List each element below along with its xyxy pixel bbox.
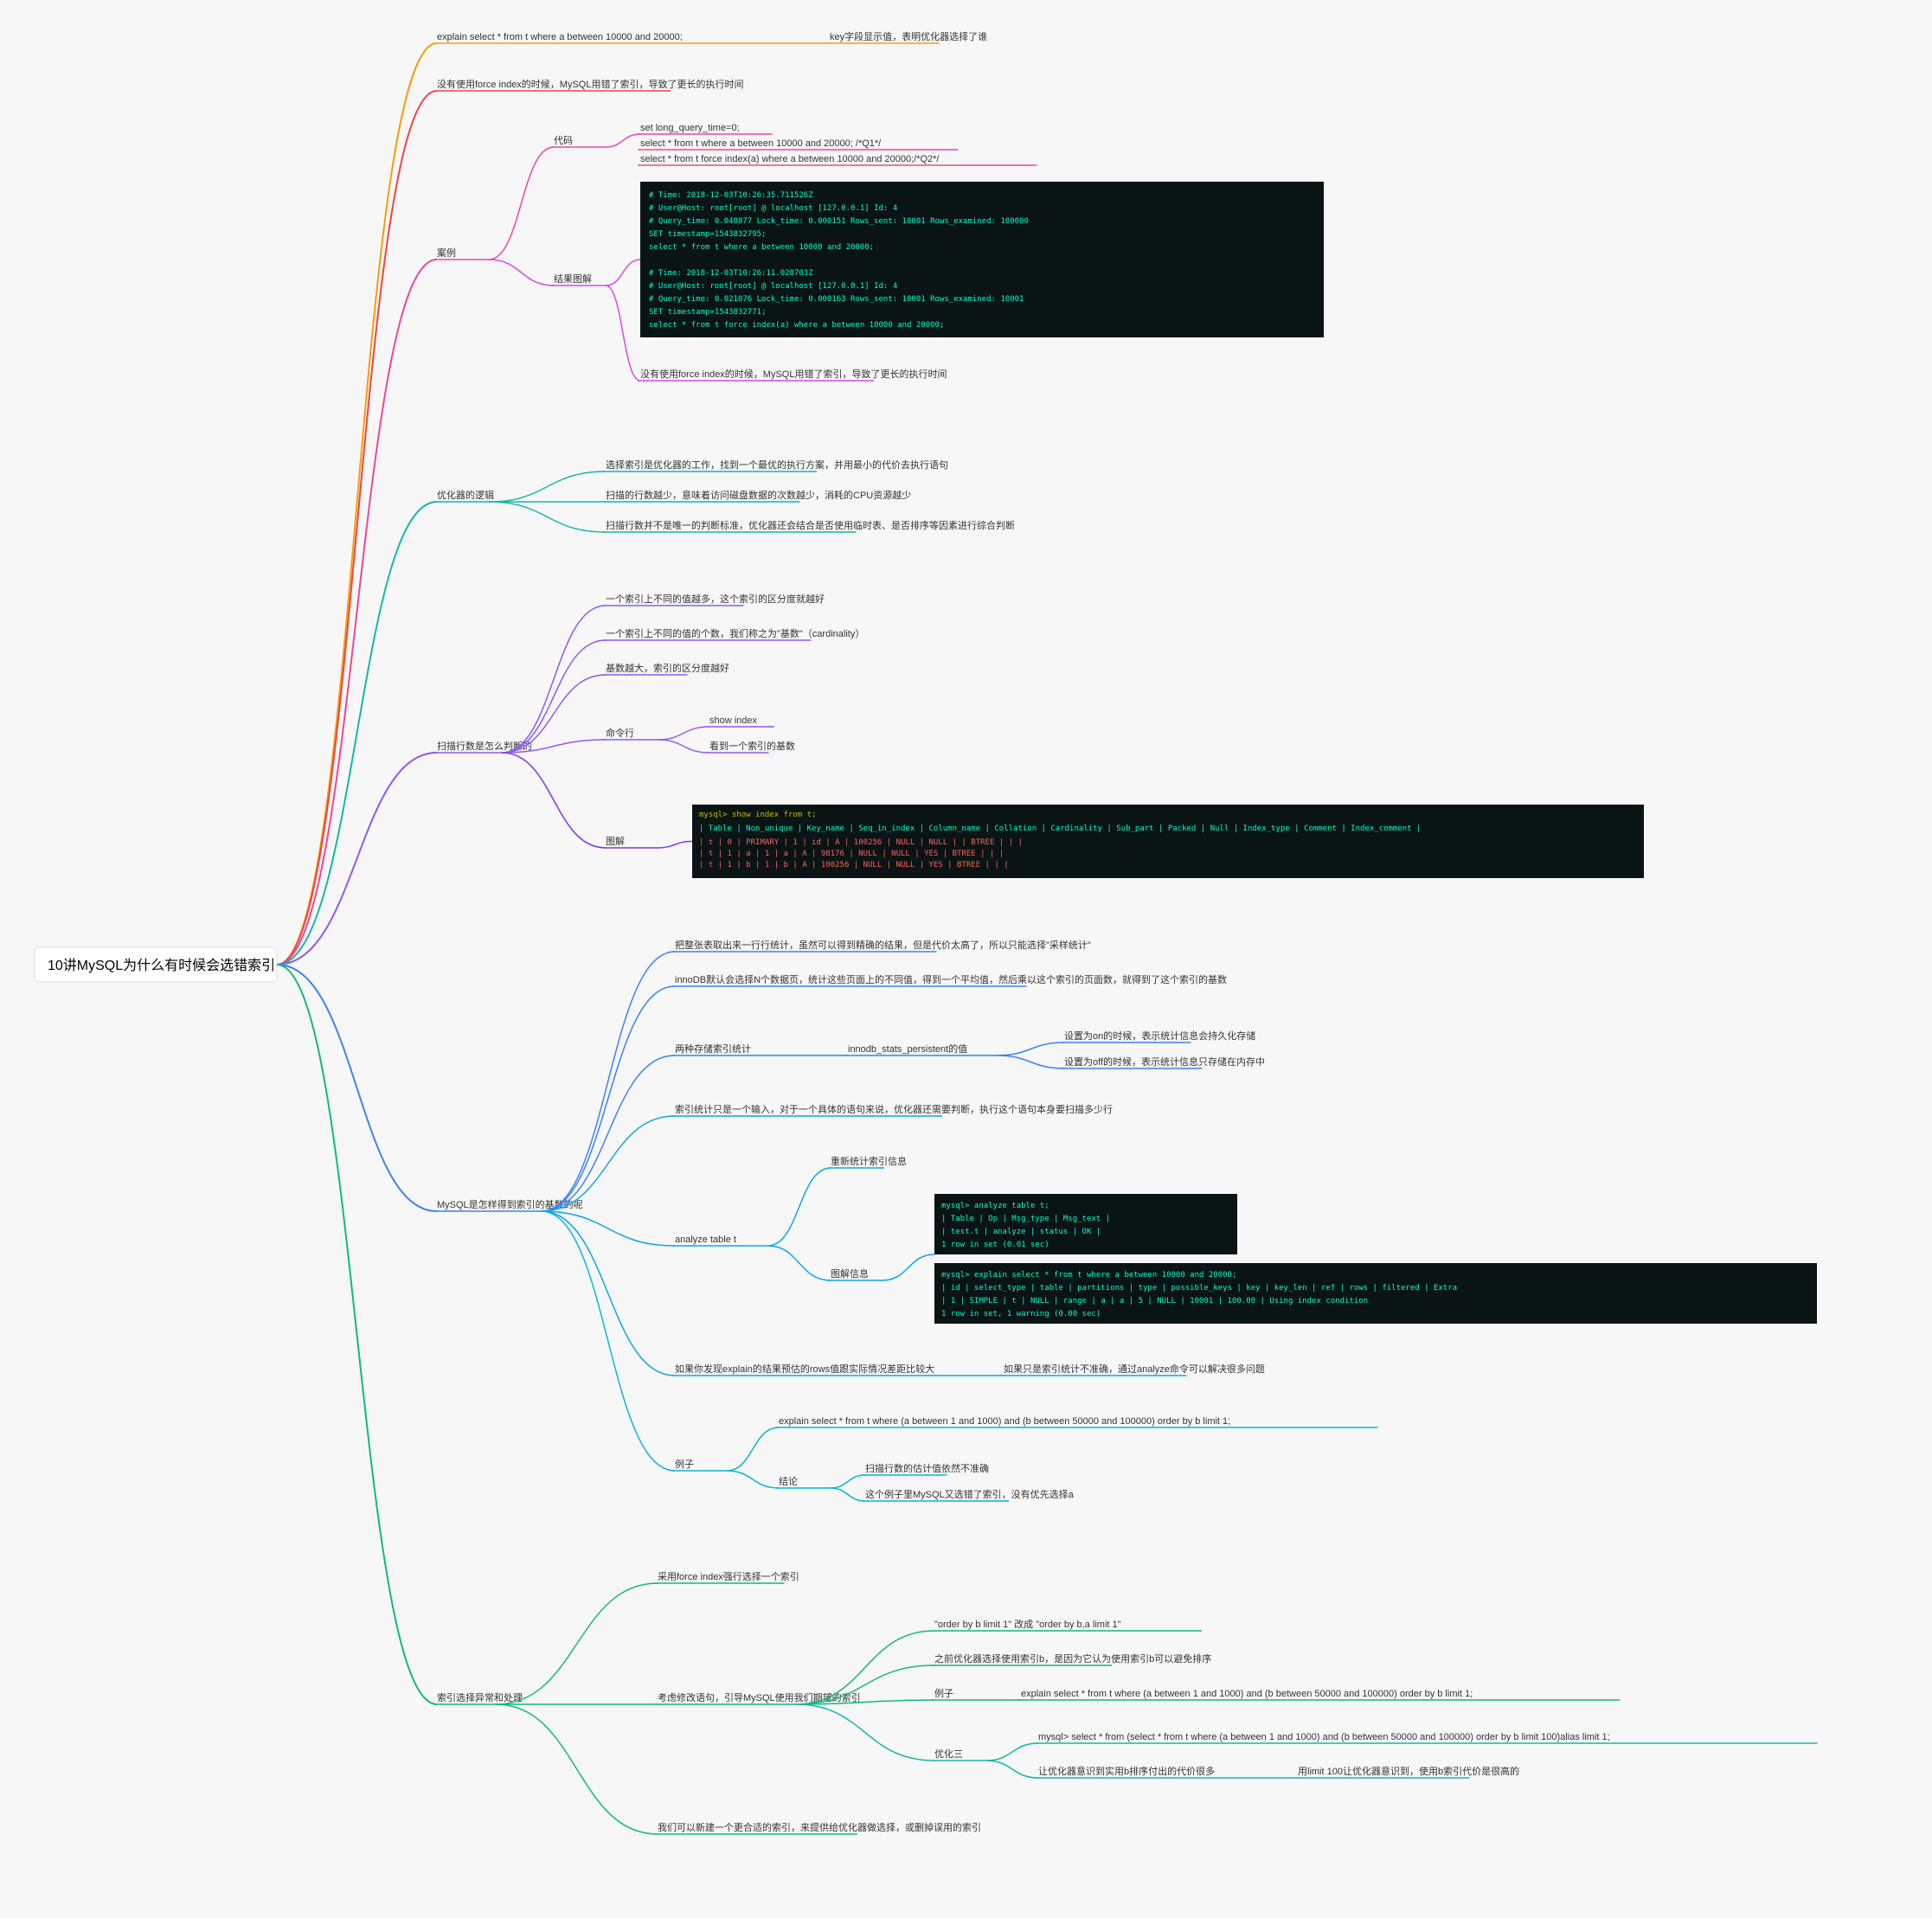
ab-i3: 我们可以新建一个更合适的索引，来提供给优化器做选择，或删掉误用的索引 [658,1821,981,1833]
ab-opt3: 优化三 [934,1748,963,1760]
ab-ex: 例子 [934,1687,953,1699]
ab-i2: 考虑修改语句，引导MySQL使用我们期望的索引 [658,1691,861,1703]
si-row: | t | 0 | PRIMARY | 1 | id | A | 100256 … [699,838,1023,847]
card-note: 索引统计只是一个输入，对于一个具体的语句来说，优化器还需要判断，执行这个语句本身… [675,1103,1113,1115]
ab-opt3-q: mysql> select * from (select * from t wh… [1038,1732,1610,1742]
ex-line: | id | select_type | table | partitions … [941,1284,1457,1293]
scan-item-1: 一个索引上不同的值的个数，我们称之为"基数"（cardinality） [606,627,864,639]
an-line: mysql> analyze table t; [941,1202,1049,1210]
explain-b: 如果只是索引统计不准确，通过analyze命令可以解决很多问题 [1004,1363,1265,1375]
storage-opt-0: 设置为on的时候，表示统计信息会持久化存储 [1064,1030,1255,1042]
term-line: # Time: 2018-12-03T10:26:35.711526Z [649,191,813,200]
scan-item-2: 基数越大，索引的区分度越好 [606,662,729,674]
an-line: | test.t | analyze | status | OK | [941,1228,1101,1236]
ab-opt3-c1: 让优化器意识到实用b排序付出的代价很多 [1038,1765,1215,1777]
si-head: mysql> show index from t; [699,811,816,819]
term-line: # User@Host: root[root] @ localhost [127… [649,282,897,291]
term-line: # User@Host: root[root] @ localhost [127… [649,204,897,213]
ab-s2: 之前优化器选择使用索引b，是因为它认为使用索引b可以避免排序 [934,1652,1211,1665]
an-line: 1 row in set (0.01 sec) [941,1241,1049,1249]
example-concl: 结论 [779,1475,798,1487]
node-analyze: analyze table t [675,1235,736,1245]
storage-opt-1: 设置为off的时候，表示统计信息只存储在内存中 [1064,1055,1265,1068]
node-case-code: 代码 [554,135,573,146]
ab-i1: 采用force index强行选择一个索引 [658,1570,799,1582]
scan-item-0: 一个索引上不同的值越多，这个索引的区分度就越好 [606,593,825,605]
ex-line: 1 row in set, 1 warning (0.00 sec) [941,1310,1101,1318]
analyze-sub1: 重新统计索引信息 [831,1155,907,1167]
node-diagram: 图解 [606,835,625,847]
code-line-1: select * from t where a between 10000 an… [640,138,882,149]
term-line: SET timestamp=1543832771; [649,308,766,317]
ex-line: | 1 | SIMPLE | t | NULL | range | a | a … [941,1297,1368,1305]
node-case-caption: 没有使用force index的时候，MySQL用错了索引，导致了更长的执行时间 [640,368,947,380]
node-noforce: 没有使用force index的时候，MySQL用错了索引，导致了更长的执行时间 [437,78,743,90]
example-q: explain select * from t where (a between… [779,1416,1230,1427]
root-label: 10讲MySQL为什么有时候会选错索引 [48,958,275,973]
node-explain-note: key字段显示值，表明优化器选择了谁 [830,30,987,42]
si-row: | t | 1 | a | 1 | a | A | 98176 | NULL |… [699,850,1004,858]
node-example: 例子 [675,1458,694,1470]
code-line-0: set long_query_time=0; [640,123,740,133]
ab-s1: "order by b limit 1" 改成 "order by b,a li… [934,1618,1121,1630]
term-line: # Time: 2018-12-03T10:26:11.028703Z [649,269,813,278]
si-cols: | Table | Non_unique | Key_name | Seq_in… [699,824,1421,833]
node-storage: 两种存储索引统计 [675,1042,751,1055]
opt-item-1: 扫描的行数越少，意味着访问磁盘数据的次数越少，消耗的CPU资源越少 [606,489,911,501]
concl-0: 扫描行数的估计值依然不准确 [865,1462,989,1474]
node-cmdline: 命令行 [606,727,634,739]
concl-1: 这个例子里MySQL又选错了索引，没有优先选择a [865,1488,1075,1500]
term-line: SET timestamp=1543832795; [649,230,766,239]
term-line: # Query_time: 0.040877 Lock_time: 0.0001… [649,217,1029,226]
ab-opt3-c2: 用limit 100让优化器意识到，使用b索引代价是很高的 [1298,1765,1519,1777]
analyze-sub2: 图解信息 [831,1267,869,1280]
si-row: | t | 1 | b | 1 | b | A | 100256 | NULL … [699,861,1009,869]
cmd-sub-0: show index [709,715,758,726]
term-line: select * from t where a between 10000 an… [649,243,874,252]
node-optimizer: 优化器的逻辑 [437,489,494,501]
opt-item-0: 选择索引是优化器的工作，找到一个最优的执行方案，并用最小的代价去执行语句 [606,459,948,471]
card-item-0: 把整张表取出来一行行统计，虽然可以得到精确的结果，但是代价太高了，所以只能选择"… [675,939,1091,951]
node-abnormal: 索引选择异常和处理 [437,1691,523,1703]
cmd-sub-1: 看到一个索引的基数 [709,740,795,752]
opt-item-2: 扫描行数并不是唯一的判断标准，优化器还会结合是否使用临时表、是否排序等因素进行综… [606,519,1015,531]
node-case-result: 结果图解 [554,273,592,285]
node-case: 案例 [437,247,456,259]
node-explain: explain select * from t where a between … [437,32,683,42]
term-line: # Query_time: 0.021076 Lock_time: 0.0001… [649,295,1024,304]
an-line: | Table | Op | Msg_type | Msg_text | [941,1215,1110,1223]
code-line-2: select * from t force index(a) where a b… [640,154,940,164]
ab-ex-q: explain select * from t where (a between… [1021,1689,1473,1699]
ex-line: mysql> explain select * from t where a b… [941,1271,1236,1280]
term-line: select * from t force index(a) where a b… [649,321,944,330]
card-item-1: innoDB默认会选择N个数据页，统计这些页面上的不同值，得到一个平均值，然后乘… [675,973,1227,985]
node-storage-key: innodb_stats_persistent的值 [848,1042,967,1055]
explain-a: 如果你发现explain的结果预估的rows值跟实际情况差距比较大 [675,1363,934,1375]
